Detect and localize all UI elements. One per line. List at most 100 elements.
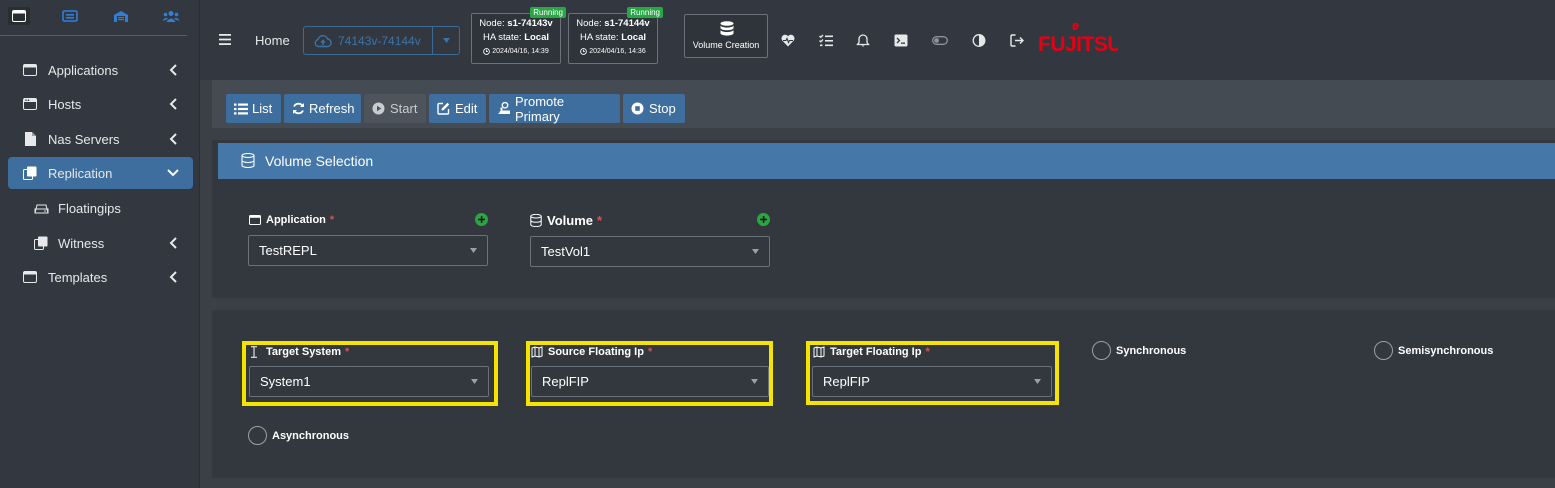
target-system-select-value: System1 [260, 374, 311, 389]
application-select[interactable]: TestREPL [248, 235, 488, 266]
radio-circle[interactable] [248, 426, 267, 445]
sidebar-item-replication[interactable]: Replication [8, 157, 193, 189]
sidebar-item-label: Replication [48, 165, 113, 181]
application-select-value: TestREPL [259, 243, 317, 258]
chevron-down-icon [167, 169, 179, 177]
cluster-select-toggle[interactable] [432, 27, 459, 54]
cloud-upload-icon [314, 34, 332, 47]
source-floating-ip-label: Source Floating Ip * [531, 346, 652, 358]
top-navbar: Home 74143v-74144v Running Node: s1-7414… [200, 0, 1555, 80]
sidebar-item-hosts[interactable]: Hosts [8, 89, 193, 119]
list-button[interactable]: List [226, 94, 281, 123]
asynchronous-radio[interactable]: Asynchronous [248, 426, 349, 445]
window-icon [12, 10, 26, 22]
logout-icon[interactable] [1010, 34, 1024, 47]
chevron-left-icon [169, 64, 177, 76]
database-icon [530, 214, 542, 227]
database-icon [720, 21, 734, 36]
heartbeat-icon[interactable] [781, 34, 795, 47]
target-system-label-text: Target System [266, 346, 341, 358]
volume-creation-button[interactable]: Volume Creation [684, 14, 768, 58]
node-status-card[interactable]: Running Node: s1-74143v HA state: Local … [471, 7, 566, 64]
radio-circle[interactable] [1092, 341, 1111, 360]
synchronous-label: Synchronous [1116, 344, 1187, 357]
node-status-card[interactable]: Running Node: s1-74144v HA state: Local … [568, 7, 663, 64]
volume-select[interactable]: TestVol1 [530, 236, 770, 267]
synchronous-radio[interactable]: Synchronous [1092, 341, 1186, 360]
source-floating-ip-select[interactable]: ReplFIP [531, 366, 769, 397]
target-system-select[interactable]: System1 [249, 366, 489, 397]
node-line: Node: s1-74144v [569, 18, 657, 29]
time-line: 2024/04/16, 14:39 [472, 48, 560, 55]
start-button[interactable]: Start [364, 94, 426, 123]
status-badge: Running [530, 7, 566, 18]
chevron-left-icon [169, 237, 177, 249]
add-volume-button[interactable] [757, 213, 770, 226]
stop-button[interactable]: Stop [623, 94, 685, 123]
sidebar-tab-apps[interactable] [8, 7, 30, 25]
checklist-icon[interactable] [819, 34, 833, 47]
sidebar-item-floatingips[interactable]: Floatingips [8, 193, 193, 223]
target-floating-ip-select[interactable]: ReplFIP [812, 366, 1052, 397]
ha-label: HA state: [482, 32, 522, 43]
chevron-left-icon [169, 98, 177, 110]
radio-circle[interactable] [1374, 341, 1393, 360]
chevron-left-icon [169, 133, 177, 145]
caret-down-icon [751, 379, 758, 384]
time-line: 2024/04/16, 14:36 [569, 48, 657, 55]
toggle-icon[interactable] [932, 34, 948, 47]
chevron-left-icon [169, 271, 177, 283]
sidebar-item-label: Floatingips [58, 200, 121, 216]
node-line: Node: s1-74143v [472, 18, 560, 29]
sidebar-item-applications[interactable]: Applications [8, 55, 193, 85]
ha-line: HA state: Local [472, 32, 560, 43]
cluster-select-value: 74143v-74144v [338, 33, 421, 48]
sidebar: Applications Hosts Nas Servers Replicati… [0, 0, 200, 488]
sidebar-tab-storage[interactable] [59, 7, 81, 25]
ha-label: HA state: [579, 32, 619, 43]
semisynchronous-label: Semisynchronous [1398, 344, 1494, 357]
target-floating-ip-label: Target Floating Ip * [813, 346, 930, 358]
text-cursor-icon [249, 346, 261, 358]
sidebar-item-nas-servers[interactable]: Nas Servers [8, 124, 193, 154]
volume-selection-header: Volume Selection [218, 143, 1555, 179]
required-mark: * [647, 346, 653, 358]
promote-primary-button-label: Promote Primary [515, 93, 565, 124]
plus-icon [478, 216, 485, 223]
volume-label: Volume * [530, 213, 602, 228]
volume-creation-label: Volume Creation [692, 40, 760, 50]
plus-icon [760, 216, 767, 223]
sidebar-item-label: Witness [58, 235, 105, 251]
hamburger-menu-icon[interactable] [219, 34, 231, 45]
terminal-icon[interactable] [894, 34, 908, 47]
sidebar-tab-users[interactable] [160, 7, 182, 25]
sidebar-tab-warehouse[interactable] [110, 7, 132, 25]
clock-icon [483, 48, 491, 55]
caret-down-icon [442, 38, 450, 43]
contrast-icon[interactable] [972, 34, 986, 47]
home-link[interactable]: Home [255, 33, 290, 48]
sidebar-item-label: Nas Servers [48, 131, 120, 147]
bell-icon[interactable] [856, 34, 870, 47]
volume-select-value: TestVol1 [541, 244, 591, 259]
stop-circle-icon [631, 102, 645, 115]
sidebar-item-templates[interactable]: Templates [8, 262, 193, 292]
refresh-button[interactable]: Refresh [284, 94, 361, 123]
required-mark: * [345, 346, 350, 358]
add-application-button[interactable] [475, 213, 488, 226]
application-label: Application * [249, 214, 334, 226]
edit-button[interactable]: Edit [429, 94, 486, 123]
promote-primary-button[interactable]: Promote Primary [489, 93, 620, 124]
node-label: Node: [576, 18, 602, 29]
fujitsu-logo: FUJITSU [1038, 22, 1118, 56]
edit-icon [437, 102, 451, 115]
semisynchronous-radio[interactable]: Semisynchronous [1374, 341, 1493, 360]
section-title: Volume Selection [265, 153, 374, 169]
sidebar-item-witness[interactable]: Witness [8, 228, 193, 258]
cluster-select[interactable]: 74143v-74144v [303, 26, 460, 55]
ha-state: Local [524, 32, 549, 43]
map-pin-icon [531, 346, 543, 358]
refresh-button-label: Refresh [309, 101, 355, 116]
brand-text: FUJITSU [1038, 33, 1118, 56]
edit-button-label: Edit [455, 101, 478, 116]
